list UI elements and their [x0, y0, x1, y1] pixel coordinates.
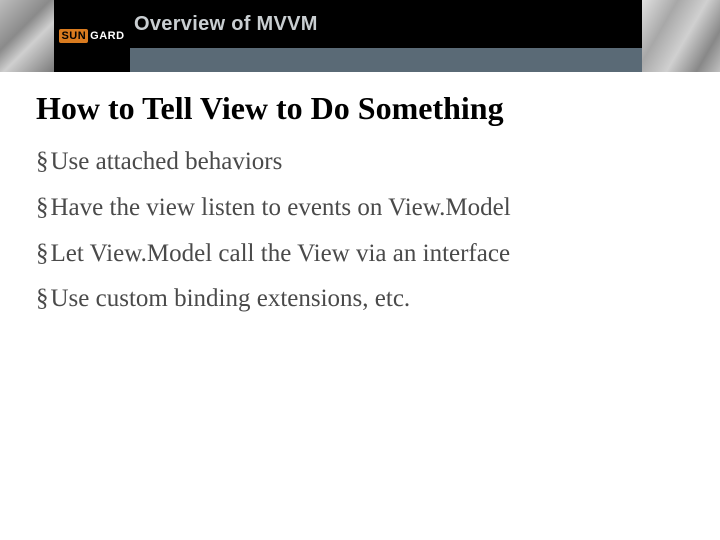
bullet-list: § Use attached behaviors § Have the view…	[36, 145, 684, 316]
logo-part-sun: SUN	[59, 29, 88, 43]
header-title-block: Overview of MVVM	[130, 0, 642, 72]
bullet-icon: §	[36, 282, 49, 316]
list-item: § Let View.Model call the View via an in…	[36, 237, 684, 271]
slide-header: SUNGARD Overview of MVVM	[0, 0, 720, 72]
header-photo-left	[0, 0, 54, 72]
header-photo-right	[642, 0, 720, 72]
bullet-text: Have the view listen to events on View.M…	[51, 191, 511, 225]
sungard-logo: SUNGARD	[59, 29, 124, 43]
header-accent-bar	[130, 48, 642, 72]
logo-block: SUNGARD	[54, 0, 130, 72]
slide-content: How to Tell View to Do Something § Use a…	[0, 72, 720, 316]
logo-part-gard: GARD	[90, 30, 124, 42]
bullet-text: Use attached behaviors	[51, 145, 283, 179]
bullet-text: Use custom binding extensions, etc.	[51, 282, 411, 316]
slide-title: How to Tell View to Do Something	[36, 90, 684, 127]
list-item: § Use attached behaviors	[36, 145, 684, 179]
bullet-text: Let View.Model call the View via an inte…	[51, 237, 511, 271]
bullet-icon: §	[36, 145, 49, 179]
bullet-icon: §	[36, 237, 49, 271]
header-topic: Overview of MVVM	[134, 13, 318, 36]
list-item: § Use custom binding extensions, etc.	[36, 282, 684, 316]
list-item: § Have the view listen to events on View…	[36, 191, 684, 225]
bullet-icon: §	[36, 191, 49, 225]
